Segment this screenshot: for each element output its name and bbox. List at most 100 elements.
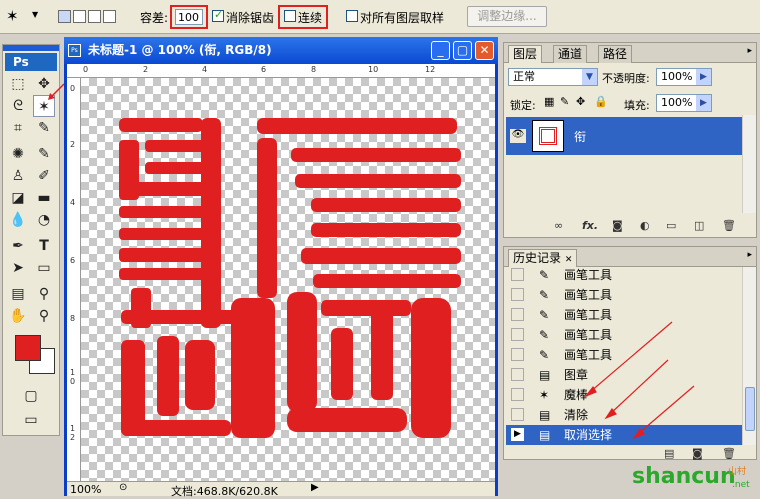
maximize-button[interactable]: ▢ xyxy=(453,41,472,60)
antialias-checkbox[interactable]: ✓ xyxy=(212,8,224,22)
history-brush-icon[interactable]: ✐ xyxy=(33,165,55,187)
zoom-level[interactable]: 100% xyxy=(70,483,101,496)
deselect-icon: ▤ xyxy=(539,428,551,442)
magic-wand-icon: ✶ xyxy=(539,388,550,402)
healing-brush-icon[interactable]: ✺ xyxy=(7,143,29,165)
lasso-tool-icon[interactable]: ᘓ xyxy=(7,95,29,117)
refine-edge-button[interactable]: 调整边缘... xyxy=(467,6,547,27)
lock-position-icon[interactable]: ✥ xyxy=(576,95,585,108)
chevron-down-icon: ▼ xyxy=(582,69,597,85)
marquee-tool-icon[interactable]: ⬚ xyxy=(7,73,29,95)
delete-layer-icon[interactable]: 🗑 xyxy=(722,219,736,232)
ruler-tick: 2 xyxy=(143,65,149,74)
foreground-color-swatch[interactable] xyxy=(15,335,41,361)
close-tab-icon[interactable]: ✕ xyxy=(565,255,573,265)
eye-icon[interactable]: 👁 xyxy=(510,129,526,143)
snapshot-checkbox[interactable] xyxy=(511,408,524,421)
brush-icon: ✎ xyxy=(539,328,550,342)
watermark-sub: 山村 xyxy=(728,467,747,477)
panel-menu-icon[interactable]: ▸ xyxy=(747,250,752,260)
adjustment-layer-icon[interactable]: ◐ xyxy=(640,219,650,232)
layer-row[interactable]: 👁 衔 xyxy=(506,117,742,155)
sample-all-layers-checkbox[interactable] xyxy=(346,10,358,22)
snapshot-checkbox[interactable] xyxy=(511,348,524,361)
new-selection-button[interactable] xyxy=(58,10,71,23)
link-layers-icon[interactable]: ∞ xyxy=(554,219,563,232)
status-menu-arrow-icon[interactable]: ▶ xyxy=(311,482,319,493)
history-state-marker-icon[interactable]: ▶ xyxy=(511,428,524,441)
snapshot-checkbox[interactable] xyxy=(511,288,524,301)
delete-state-icon[interactable]: 🗑 xyxy=(722,447,736,460)
contiguous-checkbox[interactable] xyxy=(284,10,296,22)
blend-mode-select[interactable]: 正常 ▼ xyxy=(508,68,598,86)
status-icon[interactable]: ⊙ xyxy=(119,482,127,493)
new-group-icon[interactable]: ▭ xyxy=(666,219,676,232)
watermark-domain: .net xyxy=(732,480,750,490)
gradient-tool-icon[interactable]: ▬ xyxy=(33,187,55,209)
tab-history[interactable]: 历史记录 ✕ xyxy=(508,249,578,267)
ruler-tick: 6 xyxy=(70,256,76,265)
history-scrollbar[interactable] xyxy=(742,267,756,445)
type-tool-icon[interactable]: T xyxy=(33,235,55,257)
slice-tool-icon[interactable]: ✎ xyxy=(33,117,55,139)
new-layer-icon[interactable]: ◫ xyxy=(694,219,704,232)
path-selection-icon[interactable]: ➤ xyxy=(7,257,29,279)
lock-transparency-icon[interactable]: ▦ xyxy=(544,95,554,108)
ruler-tick: 2 xyxy=(70,140,76,149)
lock-image-icon[interactable]: ✎ xyxy=(560,95,569,108)
hand-tool-icon[interactable]: ✋ xyxy=(7,305,29,327)
ruler-tick: 8 xyxy=(311,65,317,74)
snapshot-checkbox[interactable] xyxy=(511,368,524,381)
minimize-button[interactable]: _ xyxy=(431,41,450,60)
snapshot-checkbox[interactable] xyxy=(511,328,524,341)
tolerance-input[interactable] xyxy=(175,9,203,25)
tab-channels[interactable]: 通道 xyxy=(553,45,588,63)
layer-mask-icon[interactable]: ◙ xyxy=(612,219,623,232)
snapshot-checkbox[interactable] xyxy=(511,268,524,281)
lock-all-icon[interactable]: 🔒 xyxy=(594,95,608,108)
history-item-label: 画笔工具 xyxy=(564,288,613,302)
history-item[interactable]: ✎ 画笔工具 xyxy=(506,285,742,305)
notes-tool-icon[interactable]: ▤ xyxy=(7,283,29,305)
crop-tool-icon[interactable]: ⌗ xyxy=(7,117,29,139)
tool-preset-dropdown-icon[interactable]: ▼ xyxy=(32,10,38,19)
opacity-value: 100% xyxy=(661,70,693,83)
tab-layers[interactable]: 图层 xyxy=(508,45,543,63)
lock-label: 锁定: xyxy=(510,99,536,112)
scroll-thumb[interactable] xyxy=(745,387,755,431)
options-bar: ✶ ▼ 容差: ✓ 消除锯齿 连续 对所有图层取样 调整边缘... xyxy=(0,0,760,34)
eraser-tool-icon[interactable]: ◪ xyxy=(7,187,29,209)
opacity-input[interactable]: 100% ▶ xyxy=(656,68,712,86)
magic-wand-tool-icon[interactable]: ✶ xyxy=(6,7,19,25)
eyedropper-tool-icon[interactable]: ⚲ xyxy=(33,283,55,305)
history-item[interactable]: ✎ 画笔工具 xyxy=(506,267,742,285)
quick-mask-icon[interactable]: ▢ xyxy=(20,385,42,407)
shape-tool-icon[interactable]: ▭ xyxy=(33,257,55,279)
brush-tool-icon[interactable]: ✎ xyxy=(33,143,55,165)
clone-stamp-icon[interactable]: ♙ xyxy=(7,165,29,187)
fill-input[interactable]: 100% ▶ xyxy=(656,94,712,112)
snapshot-checkbox[interactable] xyxy=(511,308,524,321)
check-icon: ✓ xyxy=(214,8,224,21)
ruler-tick: 4 xyxy=(70,198,76,207)
screen-mode-icon[interactable]: ▭ xyxy=(20,409,42,431)
zoom-tool-icon[interactable]: ⚲ xyxy=(33,305,55,327)
subtract-from-selection-button[interactable] xyxy=(88,10,101,23)
pen-tool-icon[interactable]: ✒ xyxy=(7,235,29,257)
ruler-tick: 10 xyxy=(368,65,379,74)
brush-icon: ✎ xyxy=(539,308,550,322)
layers-scrollbar[interactable] xyxy=(742,115,756,213)
dodge-tool-icon[interactable]: ◔ xyxy=(33,209,55,231)
layer-style-icon[interactable]: fx. xyxy=(582,219,598,232)
history-panel-tabs: 历史记录 ✕ ▸ xyxy=(504,247,756,267)
blur-tool-icon[interactable]: 💧 xyxy=(7,209,29,231)
tab-paths[interactable]: 路径 xyxy=(598,45,633,63)
intersect-selection-button[interactable] xyxy=(103,10,116,23)
fill-value: 100% xyxy=(661,96,693,109)
snapshot-checkbox[interactable] xyxy=(511,388,524,401)
close-button[interactable]: ✕ xyxy=(475,41,494,60)
image-canvas[interactable] xyxy=(81,78,495,481)
add-to-selection-button[interactable] xyxy=(73,10,86,23)
panel-menu-icon[interactable]: ▸ xyxy=(747,46,752,56)
vertical-ruler: 0 2 4 6 8 1 0 1 2 xyxy=(67,78,81,481)
